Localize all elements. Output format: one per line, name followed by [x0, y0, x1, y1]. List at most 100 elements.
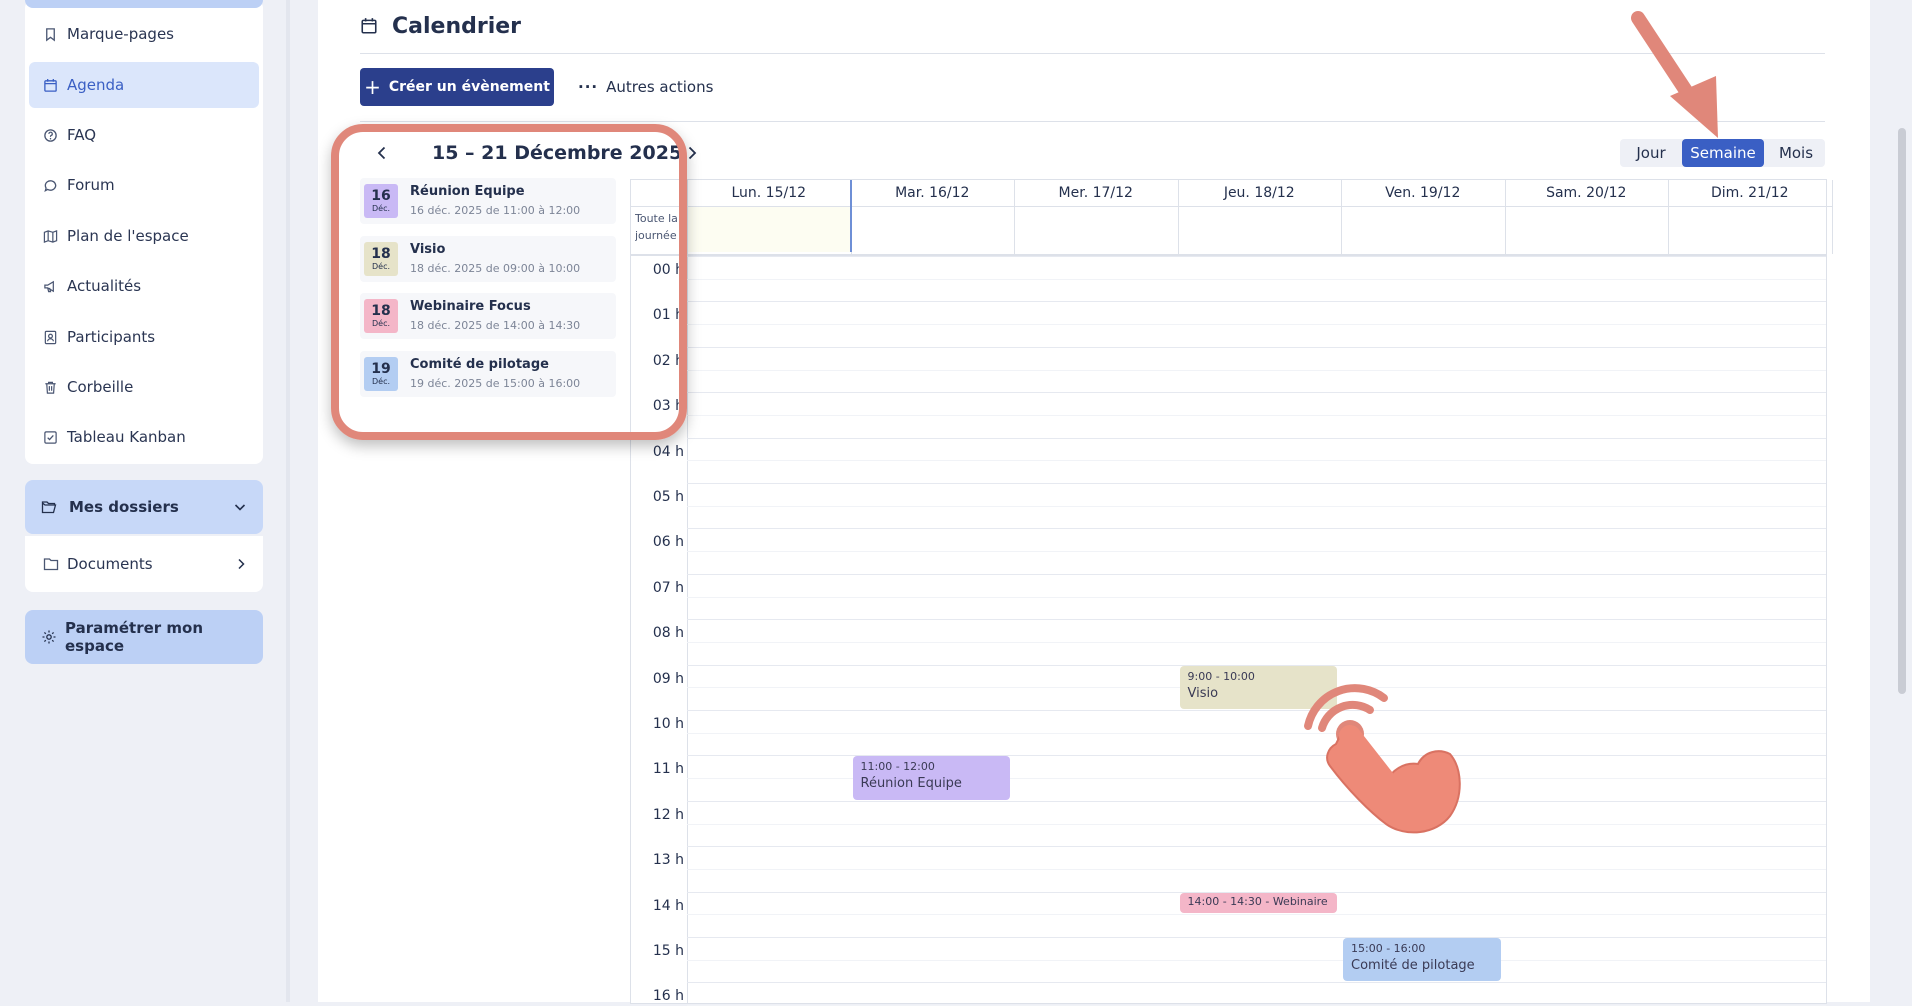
- calendar-event-name: Réunion Equipe: [860, 776, 962, 792]
- half-hour-line: [687, 732, 1826, 734]
- divider: [360, 53, 1825, 54]
- time-label: 11 h: [652, 761, 684, 778]
- folders-label: Mes dossiers: [69, 498, 179, 516]
- day-header: Jeu. 18/12: [1177, 180, 1341, 207]
- hour-line: [687, 483, 1826, 484]
- calendar-event-time: 14:00 - 14:30 - Webinaire: [1187, 894, 1328, 908]
- sidebar-item-label: Corbeille: [67, 378, 134, 396]
- half-hour-line: [687, 505, 1826, 507]
- day-header: Mar. 16/12: [850, 180, 1014, 207]
- view-switcher: Jour Semaine Mois: [1620, 139, 1825, 167]
- sidebar-item-label: Marque-pages: [67, 25, 174, 43]
- time-label: 04 h: [652, 443, 684, 460]
- sidebar-item-agenda[interactable]: Agenda: [29, 62, 259, 108]
- folder-open-icon: [41, 499, 57, 515]
- sidebar-item-participants[interactable]: Participants: [29, 314, 259, 360]
- calendar-event[interactable]: 14:00 - 14:30 - Webinaire: [1179, 892, 1337, 914]
- gear-icon: [41, 629, 57, 645]
- calendar-icon: [360, 17, 378, 35]
- calendar-event-name: Comité de pilotage: [1351, 958, 1475, 973]
- trash-icon: [41, 378, 59, 396]
- half-hour-line: [687, 551, 1826, 553]
- sidebar-item-actualites[interactable]: Actualités: [29, 263, 259, 309]
- half-hour-line: [687, 596, 1826, 598]
- sidebar-item-label: Participants: [67, 328, 156, 346]
- sidebar-item-label: Tableau Kanban: [67, 428, 186, 446]
- half-hour-line: [687, 823, 1826, 825]
- sidebar-item-forum[interactable]: Forum: [29, 162, 259, 208]
- sidebar-item-label: FAQ: [67, 126, 97, 144]
- hour-line: [687, 346, 1826, 348]
- half-hour-line: [687, 460, 1826, 462]
- divider: [360, 121, 1825, 122]
- tap-hand-icon: [1304, 684, 1461, 834]
- hour-line: [687, 392, 1826, 394]
- half-hour-line: [687, 641, 1826, 643]
- half-hour-line: [687, 278, 1826, 280]
- time-label: 09 h: [652, 670, 684, 687]
- half-hour-line: [687, 868, 1826, 870]
- folder-icon: [43, 556, 59, 572]
- help-circle-icon: [41, 126, 59, 144]
- documents-item[interactable]: Documents: [25, 536, 263, 592]
- time-label: 13 h: [652, 852, 684, 869]
- chevron-right-icon: [235, 558, 247, 570]
- view-week-button[interactable]: Semaine: [1682, 139, 1764, 167]
- time-label: 15 h: [652, 943, 684, 959]
- half-hour-line: [687, 369, 1826, 371]
- time-label: 10 h: [652, 716, 684, 732]
- half-hour-line: [687, 414, 1826, 416]
- grid-vline: [1831, 180, 1833, 254]
- hour-line: [687, 937, 1826, 938]
- day-header: Dim. 21/12: [1668, 180, 1832, 207]
- folders-toggle[interactable]: Mes dossiers: [25, 480, 263, 534]
- bookmark-icon: [41, 25, 59, 43]
- sidebar-nav-card: Marque-pages Agenda FAQ Forum Plan de l'…: [25, 0, 263, 464]
- hour-line: [687, 800, 1826, 802]
- half-hour-line: [687, 959, 1826, 961]
- settings-label: Paramétrer mon espace: [65, 619, 204, 655]
- documents-label: Documents: [67, 555, 153, 573]
- sidebar-item-marque-pages[interactable]: Marque-pages: [29, 11, 259, 57]
- scrollbar-thumb[interactable]: [1898, 128, 1906, 694]
- view-day-button[interactable]: Jour: [1620, 139, 1682, 167]
- calendar-event[interactable]: 15:00 - 16:00 Comité de pilotage: [1343, 938, 1501, 982]
- time-label: 05 h: [652, 489, 684, 505]
- more-actions-button[interactable]: ··· Autres actions: [578, 68, 713, 106]
- settings-button[interactable]: Paramétrer mon espace: [25, 610, 263, 664]
- hour-line: [687, 256, 1826, 257]
- day-header: Mer. 17/12: [1014, 180, 1178, 207]
- sidebar-divider: [286, 0, 290, 1002]
- week-calendar-grid: Toute la journée Lun. 15/12 Mar. 16/12 Mer…: [630, 179, 1833, 1006]
- sidebar-item-plan[interactable]: Plan de l'espace: [29, 213, 259, 259]
- day-header: Sam. 20/12: [1504, 180, 1668, 207]
- plus-icon: +: [364, 75, 381, 99]
- calendar-event-time: 15:00 - 16:00: [1351, 942, 1426, 955]
- calendar-event[interactable]: 11:00 - 12:00 Réunion Equipe: [852, 756, 1010, 800]
- map-icon: [41, 227, 59, 245]
- view-month-button[interactable]: Mois: [1768, 139, 1824, 167]
- time-label: 07 h: [652, 579, 684, 596]
- today-allday-cell[interactable]: [688, 207, 850, 252]
- chevron-down-icon: [233, 500, 247, 514]
- half-hour-line: [687, 914, 1826, 916]
- create-event-label: Créer un évènement: [388, 79, 550, 95]
- create-event-button[interactable]: + Créer un évènement: [360, 68, 554, 106]
- checkbox-icon: [41, 428, 59, 446]
- hour-line: [687, 619, 1826, 621]
- grid-vline: [687, 180, 688, 1003]
- hour-line: [687, 710, 1826, 711]
- sidebar-item-corbeille[interactable]: Corbeille: [29, 364, 259, 410]
- more-actions-label: Autres actions: [606, 78, 714, 96]
- page-title-text: Calendrier: [392, 13, 522, 39]
- day-header: Lun. 15/12: [687, 180, 851, 207]
- arrow-annotation-icon: [1631, 11, 1718, 138]
- time-label: 14 h: [652, 897, 684, 914]
- sidebar-item-kanban[interactable]: Tableau Kanban: [29, 414, 259, 460]
- day-header: Ven. 19/12: [1341, 180, 1505, 207]
- sidebar-item-label: Actualités: [67, 277, 142, 295]
- time-label: 08 h: [652, 625, 684, 642]
- sidebar-item-faq[interactable]: FAQ: [29, 112, 259, 158]
- hour-line: [687, 846, 1826, 848]
- hour-line: [687, 528, 1826, 530]
